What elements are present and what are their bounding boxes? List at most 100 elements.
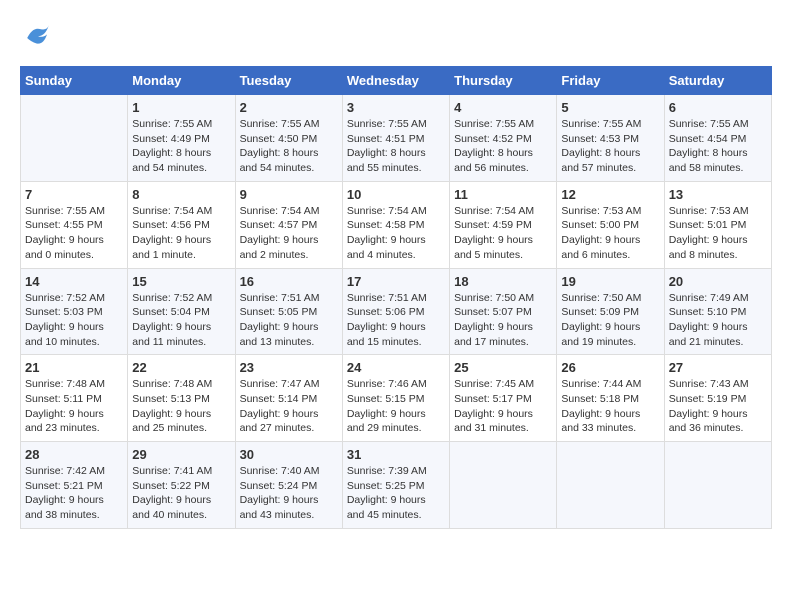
calendar-table: SundayMondayTuesdayWednesdayThursdayFrid… <box>20 66 772 529</box>
sunrise-text: Sunrise: 7:54 AM <box>454 204 552 219</box>
sunset-text: Sunset: 5:06 PM <box>347 305 445 320</box>
sunset-text: Sunset: 5:13 PM <box>132 392 230 407</box>
calendar-cell: 20Sunrise: 7:49 AMSunset: 5:10 PMDayligh… <box>664 268 771 355</box>
day-info: Sunrise: 7:48 AMSunset: 5:11 PMDaylight:… <box>25 377 123 436</box>
sunrise-text: Sunrise: 7:46 AM <box>347 377 445 392</box>
calendar-cell <box>21 95 128 182</box>
sunset-text: Sunset: 4:51 PM <box>347 132 445 147</box>
sunset-text: Sunset: 4:53 PM <box>561 132 659 147</box>
calendar-cell: 4 Sunrise: 7:55 AMSunset: 4:52 PMDaylight… <box>450 95 557 182</box>
sunset-text: Sunset: 5:25 PM <box>347 479 445 494</box>
day-number: 3 <box>347 100 445 115</box>
day-info: Sunrise: 7:55 AMSunset: 4:55 PMDaylight:… <box>25 204 123 263</box>
sunrise-text: Sunrise: 7:50 AM <box>454 291 552 306</box>
day-info: Sunrise: 7:55 AMSunset: 4:53 PMDaylight:… <box>561 117 659 176</box>
sunset-text: Sunset: 5:21 PM <box>25 479 123 494</box>
sunrise-text: Sunrise: 7:55 AM <box>454 117 552 132</box>
daylight-text: Daylight: 9 hours and 11 minutes. <box>132 320 230 349</box>
daylight-text: Daylight: 9 hours and 43 minutes. <box>240 493 338 522</box>
sunrise-text: Sunrise: 7:54 AM <box>132 204 230 219</box>
sunrise-text: Sunrise: 7:55 AM <box>240 117 338 132</box>
daylight-text: Daylight: 9 hours and 0 minutes. <box>25 233 123 262</box>
calendar-cell: 16Sunrise: 7:51 AMSunset: 5:05 PMDayligh… <box>235 268 342 355</box>
calendar-cell: 31Sunrise: 7:39 AMSunset: 5:25 PMDayligh… <box>342 442 449 529</box>
day-number: 29 <box>132 447 230 462</box>
day-number: 27 <box>669 360 767 375</box>
daylight-text: Daylight: 9 hours and 36 minutes. <box>669 407 767 436</box>
day-info: Sunrise: 7:53 AMSunset: 5:00 PMDaylight:… <box>561 204 659 263</box>
weekday-header-monday: Monday <box>128 67 235 95</box>
calendar-cell <box>450 442 557 529</box>
sunrise-text: Sunrise: 7:52 AM <box>25 291 123 306</box>
sunset-text: Sunset: 5:14 PM <box>240 392 338 407</box>
day-info: Sunrise: 7:50 AMSunset: 5:09 PMDaylight:… <box>561 291 659 350</box>
sunset-text: Sunset: 5:18 PM <box>561 392 659 407</box>
sunset-text: Sunset: 5:24 PM <box>240 479 338 494</box>
day-info: Sunrise: 7:51 AMSunset: 5:06 PMDaylight:… <box>347 291 445 350</box>
calendar-cell: 30Sunrise: 7:40 AMSunset: 5:24 PMDayligh… <box>235 442 342 529</box>
day-info: Sunrise: 7:46 AMSunset: 5:15 PMDaylight:… <box>347 377 445 436</box>
day-number: 16 <box>240 274 338 289</box>
sunset-text: Sunset: 5:10 PM <box>669 305 767 320</box>
day-number: 4 <box>454 100 552 115</box>
daylight-text: Daylight: 9 hours and 38 minutes. <box>25 493 123 522</box>
calendar-cell: 28Sunrise: 7:42 AMSunset: 5:21 PMDayligh… <box>21 442 128 529</box>
day-info: Sunrise: 7:54 AMSunset: 4:59 PMDaylight:… <box>454 204 552 263</box>
calendar-cell: 11 Sunrise: 7:54 AMSunset: 4:59 PMDayligh… <box>450 181 557 268</box>
calendar-cell: 21 Sunrise: 7:48 AMSunset: 5:11 PMDayligh… <box>21 355 128 442</box>
sunrise-text: Sunrise: 7:51 AM <box>347 291 445 306</box>
sunrise-text: Sunrise: 7:44 AM <box>561 377 659 392</box>
logo-icon <box>20 20 56 56</box>
sunrise-text: Sunrise: 7:52 AM <box>132 291 230 306</box>
daylight-text: Daylight: 9 hours and 2 minutes. <box>240 233 338 262</box>
sunset-text: Sunset: 5:22 PM <box>132 479 230 494</box>
calendar-cell: 17Sunrise: 7:51 AMSunset: 5:06 PMDayligh… <box>342 268 449 355</box>
daylight-text: Daylight: 9 hours and 25 minutes. <box>132 407 230 436</box>
calendar-cell: 15Sunrise: 7:52 AMSunset: 5:04 PMDayligh… <box>128 268 235 355</box>
day-number: 11 <box>454 187 552 202</box>
day-number: 26 <box>561 360 659 375</box>
day-number: 21 <box>25 360 123 375</box>
calendar-cell: 2Sunrise: 7:55 AMSunset: 4:50 PMDaylight… <box>235 95 342 182</box>
sunrise-text: Sunrise: 7:45 AM <box>454 377 552 392</box>
calendar-cell <box>664 442 771 529</box>
daylight-text: Daylight: 9 hours and 19 minutes. <box>561 320 659 349</box>
sunset-text: Sunset: 4:49 PM <box>132 132 230 147</box>
daylight-text: Daylight: 9 hours and 13 minutes. <box>240 320 338 349</box>
sunset-text: Sunset: 4:54 PM <box>669 132 767 147</box>
calendar-cell: 5Sunrise: 7:55 AMSunset: 4:53 PMDaylight… <box>557 95 664 182</box>
calendar-cell: 27 Sunrise: 7:43 AMSunset: 5:19 PMDayligh… <box>664 355 771 442</box>
day-info: Sunrise: 7:50 AMSunset: 5:07 PMDaylight:… <box>454 291 552 350</box>
sunset-text: Sunset: 4:52 PM <box>454 132 552 147</box>
day-number: 19 <box>561 274 659 289</box>
sunrise-text: Sunrise: 7:47 AM <box>240 377 338 392</box>
sunrise-text: Sunrise: 7:50 AM <box>561 291 659 306</box>
calendar-week-row-5: 28Sunrise: 7:42 AMSunset: 5:21 PMDayligh… <box>21 442 772 529</box>
day-info: Sunrise: 7:55 AMSunset: 4:51 PMDaylight:… <box>347 117 445 176</box>
sunset-text: Sunset: 5:11 PM <box>25 392 123 407</box>
calendar-cell: 6Sunrise: 7:55 AMSunset: 4:54 PMDaylight… <box>664 95 771 182</box>
calendar-cell: 8Sunrise: 7:54 AMSunset: 4:56 PMDaylight… <box>128 181 235 268</box>
sunrise-text: Sunrise: 7:49 AM <box>669 291 767 306</box>
weekday-header-row: SundayMondayTuesdayWednesdayThursdayFrid… <box>21 67 772 95</box>
calendar-cell: 24Sunrise: 7:46 AMSunset: 5:15 PMDayligh… <box>342 355 449 442</box>
weekday-header-friday: Friday <box>557 67 664 95</box>
sunrise-text: Sunrise: 7:53 AM <box>561 204 659 219</box>
daylight-text: Daylight: 9 hours and 31 minutes. <box>454 407 552 436</box>
calendar-cell: 1Sunrise: 7:55 AMSunset: 4:49 PMDaylight… <box>128 95 235 182</box>
day-number: 12 <box>561 187 659 202</box>
day-info: Sunrise: 7:55 AMSunset: 4:52 PMDaylight:… <box>454 117 552 176</box>
day-number: 2 <box>240 100 338 115</box>
day-info: Sunrise: 7:43 AMSunset: 5:19 PMDaylight:… <box>669 377 767 436</box>
day-number: 15 <box>132 274 230 289</box>
calendar-cell: 26Sunrise: 7:44 AMSunset: 5:18 PMDayligh… <box>557 355 664 442</box>
weekday-header-saturday: Saturday <box>664 67 771 95</box>
weekday-header-wednesday: Wednesday <box>342 67 449 95</box>
daylight-text: Daylight: 9 hours and 6 minutes. <box>561 233 659 262</box>
day-info: Sunrise: 7:39 AMSunset: 5:25 PMDaylight:… <box>347 464 445 523</box>
sunrise-text: Sunrise: 7:39 AM <box>347 464 445 479</box>
daylight-text: Daylight: 9 hours and 1 minute. <box>132 233 230 262</box>
weekday-header-thursday: Thursday <box>450 67 557 95</box>
calendar-cell: 13Sunrise: 7:53 AMSunset: 5:01 PMDayligh… <box>664 181 771 268</box>
calendar-week-row-1: 1Sunrise: 7:55 AMSunset: 4:49 PMDaylight… <box>21 95 772 182</box>
